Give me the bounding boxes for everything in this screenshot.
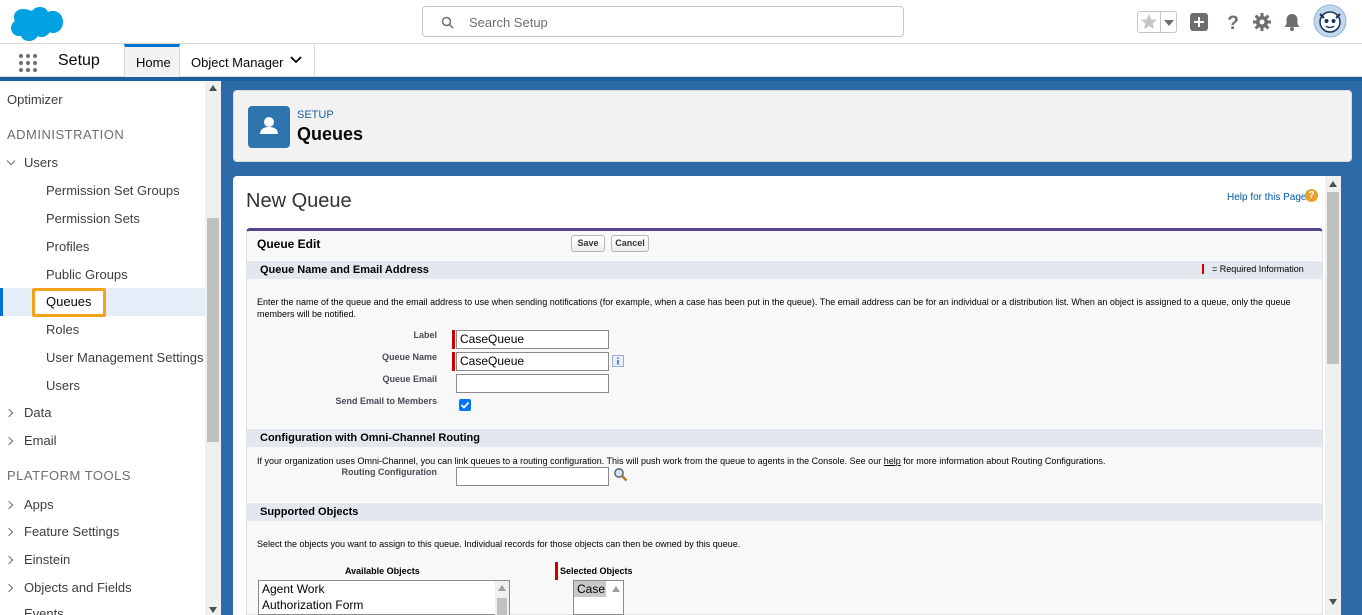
list-scrollbar[interactable] bbox=[495, 581, 509, 615]
list-item[interactable]: Case bbox=[574, 581, 606, 597]
sidebar-item-users[interactable]: Users bbox=[46, 378, 80, 393]
send-email-field-label: Send Email to Members bbox=[335, 396, 437, 406]
required-marker bbox=[555, 562, 558, 580]
required-legend: = Required Information bbox=[1212, 264, 1304, 274]
section-header-supported-objects: Supported Objects bbox=[247, 502, 1322, 521]
sidebar-item-queues[interactable]: Queues bbox=[46, 294, 92, 309]
sidebar-group-feature-settings[interactable]: Feature Settings bbox=[24, 524, 119, 539]
section-header-omni-channel: Configuration with Omni-Channel Routing bbox=[247, 428, 1322, 447]
breadcrumb[interactable]: SETUP bbox=[297, 109, 334, 121]
avatar[interactable] bbox=[1313, 4, 1347, 38]
app-launcher-icon[interactable] bbox=[18, 53, 38, 73]
content-scrollbar-thumb[interactable] bbox=[1327, 192, 1339, 364]
search-icon bbox=[441, 16, 454, 29]
sidebar-item-profiles[interactable]: Profiles bbox=[46, 239, 89, 254]
tab-home[interactable]: Home bbox=[124, 44, 180, 77]
save-button[interactable]: Save bbox=[571, 235, 605, 252]
svg-text:?: ? bbox=[1227, 13, 1239, 32]
queue-name-input[interactable]: CaseQueue bbox=[456, 352, 609, 371]
send-email-checkbox[interactable] bbox=[459, 399, 471, 411]
description-text: for more information about Routing Confi… bbox=[903, 456, 1106, 466]
help-icon[interactable]: ? bbox=[1223, 12, 1243, 32]
required-marker bbox=[452, 352, 455, 371]
selected-objects-label: Selected Objects bbox=[560, 566, 633, 576]
favorites-button[interactable] bbox=[1137, 11, 1177, 33]
chevron-down-icon bbox=[1164, 20, 1174, 26]
section-description: Select the objects you want to assign to… bbox=[257, 539, 741, 549]
sidebar-item-permission-sets[interactable]: Permission Sets bbox=[46, 211, 140, 226]
search-box[interactable]: Search Setup bbox=[422, 6, 904, 37]
sidebar-item-optimizer[interactable]: Optimizer bbox=[7, 92, 63, 107]
chevron-down-icon[interactable] bbox=[290, 56, 302, 64]
cancel-button[interactable]: Cancel bbox=[611, 235, 649, 252]
lookup-icon[interactable] bbox=[613, 467, 628, 482]
info-icon[interactable] bbox=[612, 355, 624, 367]
label-field-label: Label bbox=[413, 330, 437, 340]
tab-object-manager-label: Object Manager bbox=[191, 55, 284, 70]
sidebar-group-apps[interactable]: Apps bbox=[24, 497, 54, 512]
salesforce-logo[interactable] bbox=[10, 5, 64, 41]
queue-name-field-label: Queue Name bbox=[381, 352, 437, 362]
page-block-title: Queue Edit bbox=[257, 237, 321, 251]
available-objects-list[interactable]: Agent Work Authorization Form bbox=[258, 580, 510, 615]
page-header bbox=[233, 90, 1352, 162]
sidebar-group-objects-and-fields[interactable]: Objects and Fields bbox=[24, 580, 132, 595]
queue-email-input[interactable] bbox=[456, 374, 609, 393]
label-input[interactable]: CaseQueue bbox=[456, 330, 609, 349]
sidebar-group-email[interactable]: Email bbox=[24, 433, 57, 448]
sidebar-section-platform-tools: PLATFORM TOOLS bbox=[7, 468, 132, 483]
tab-object-manager[interactable]: Object Manager bbox=[180, 44, 315, 77]
sidebar-group-events[interactable]: Events bbox=[24, 606, 64, 615]
section-title: Configuration with Omni-Channel Routing bbox=[260, 432, 480, 444]
scroll-up-icon[interactable] bbox=[612, 586, 620, 592]
tab-home-label: Home bbox=[136, 55, 171, 70]
gear-icon[interactable] bbox=[1252, 12, 1272, 32]
scroll-up-icon[interactable] bbox=[1329, 181, 1337, 187]
star-icon bbox=[1141, 14, 1157, 29]
form-title: New Queue bbox=[246, 190, 352, 212]
sidebar-group-users[interactable]: Users bbox=[24, 155, 58, 170]
section-description: Enter the name of the queue and the emai… bbox=[257, 297, 1291, 319]
help-for-page-link[interactable]: Help for this Page bbox=[1227, 192, 1307, 203]
required-marker bbox=[1202, 264, 1204, 274]
scroll-down-icon[interactable] bbox=[209, 607, 217, 613]
queue-email-field-label: Queue Email bbox=[382, 374, 437, 384]
sidebar-scrollbar-thumb[interactable] bbox=[207, 218, 219, 442]
scroll-up-icon[interactable] bbox=[498, 585, 506, 591]
routing-config-input[interactable] bbox=[456, 467, 609, 486]
app-name: Setup bbox=[58, 52, 100, 69]
list-item[interactable]: Authorization Form bbox=[259, 597, 509, 613]
sidebar-item-permission-set-groups[interactable]: Permission Set Groups bbox=[46, 183, 180, 198]
required-marker bbox=[452, 330, 455, 349]
section-description: If your organization uses Omni-Channel, … bbox=[257, 455, 1317, 467]
section-title: Supported Objects bbox=[260, 506, 359, 518]
sidebar-item-roles[interactable]: Roles bbox=[46, 322, 79, 337]
description-text: If your organization uses Omni-Channel, … bbox=[257, 456, 882, 466]
sidebar-group-einstein[interactable]: Einstein bbox=[24, 552, 70, 567]
sidebar-item-user-management-settings[interactable]: User Management Settings bbox=[46, 350, 204, 365]
bell-icon[interactable] bbox=[1282, 12, 1302, 32]
section-title: Queue Name and Email Address bbox=[260, 264, 429, 276]
help-link[interactable]: help bbox=[884, 456, 901, 466]
search-placeholder: Search Setup bbox=[469, 15, 548, 30]
available-objects-label: Available Objects bbox=[345, 566, 420, 576]
checkmark-icon bbox=[460, 401, 470, 409]
list-item[interactable]: Agent Work bbox=[259, 581, 509, 597]
page-title: Queues bbox=[297, 124, 364, 144]
section-header-queue-name: Queue Name and Email Address bbox=[247, 260, 1322, 279]
sidebar-group-data[interactable]: Data bbox=[24, 405, 51, 420]
queue-icon bbox=[248, 106, 290, 148]
add-icon[interactable] bbox=[1189, 12, 1209, 32]
scroll-down-icon[interactable] bbox=[1329, 599, 1337, 605]
question-icon[interactable]: ? bbox=[1305, 189, 1318, 202]
selected-objects-list[interactable]: Case bbox=[573, 580, 624, 615]
sidebar-section-administration: ADMINISTRATION bbox=[7, 127, 125, 142]
sidebar-item-public-groups[interactable]: Public Groups bbox=[46, 267, 128, 282]
routing-config-field-label: Routing Configuration bbox=[341, 467, 437, 477]
page-block bbox=[246, 228, 1323, 615]
scroll-up-icon[interactable] bbox=[209, 85, 217, 91]
